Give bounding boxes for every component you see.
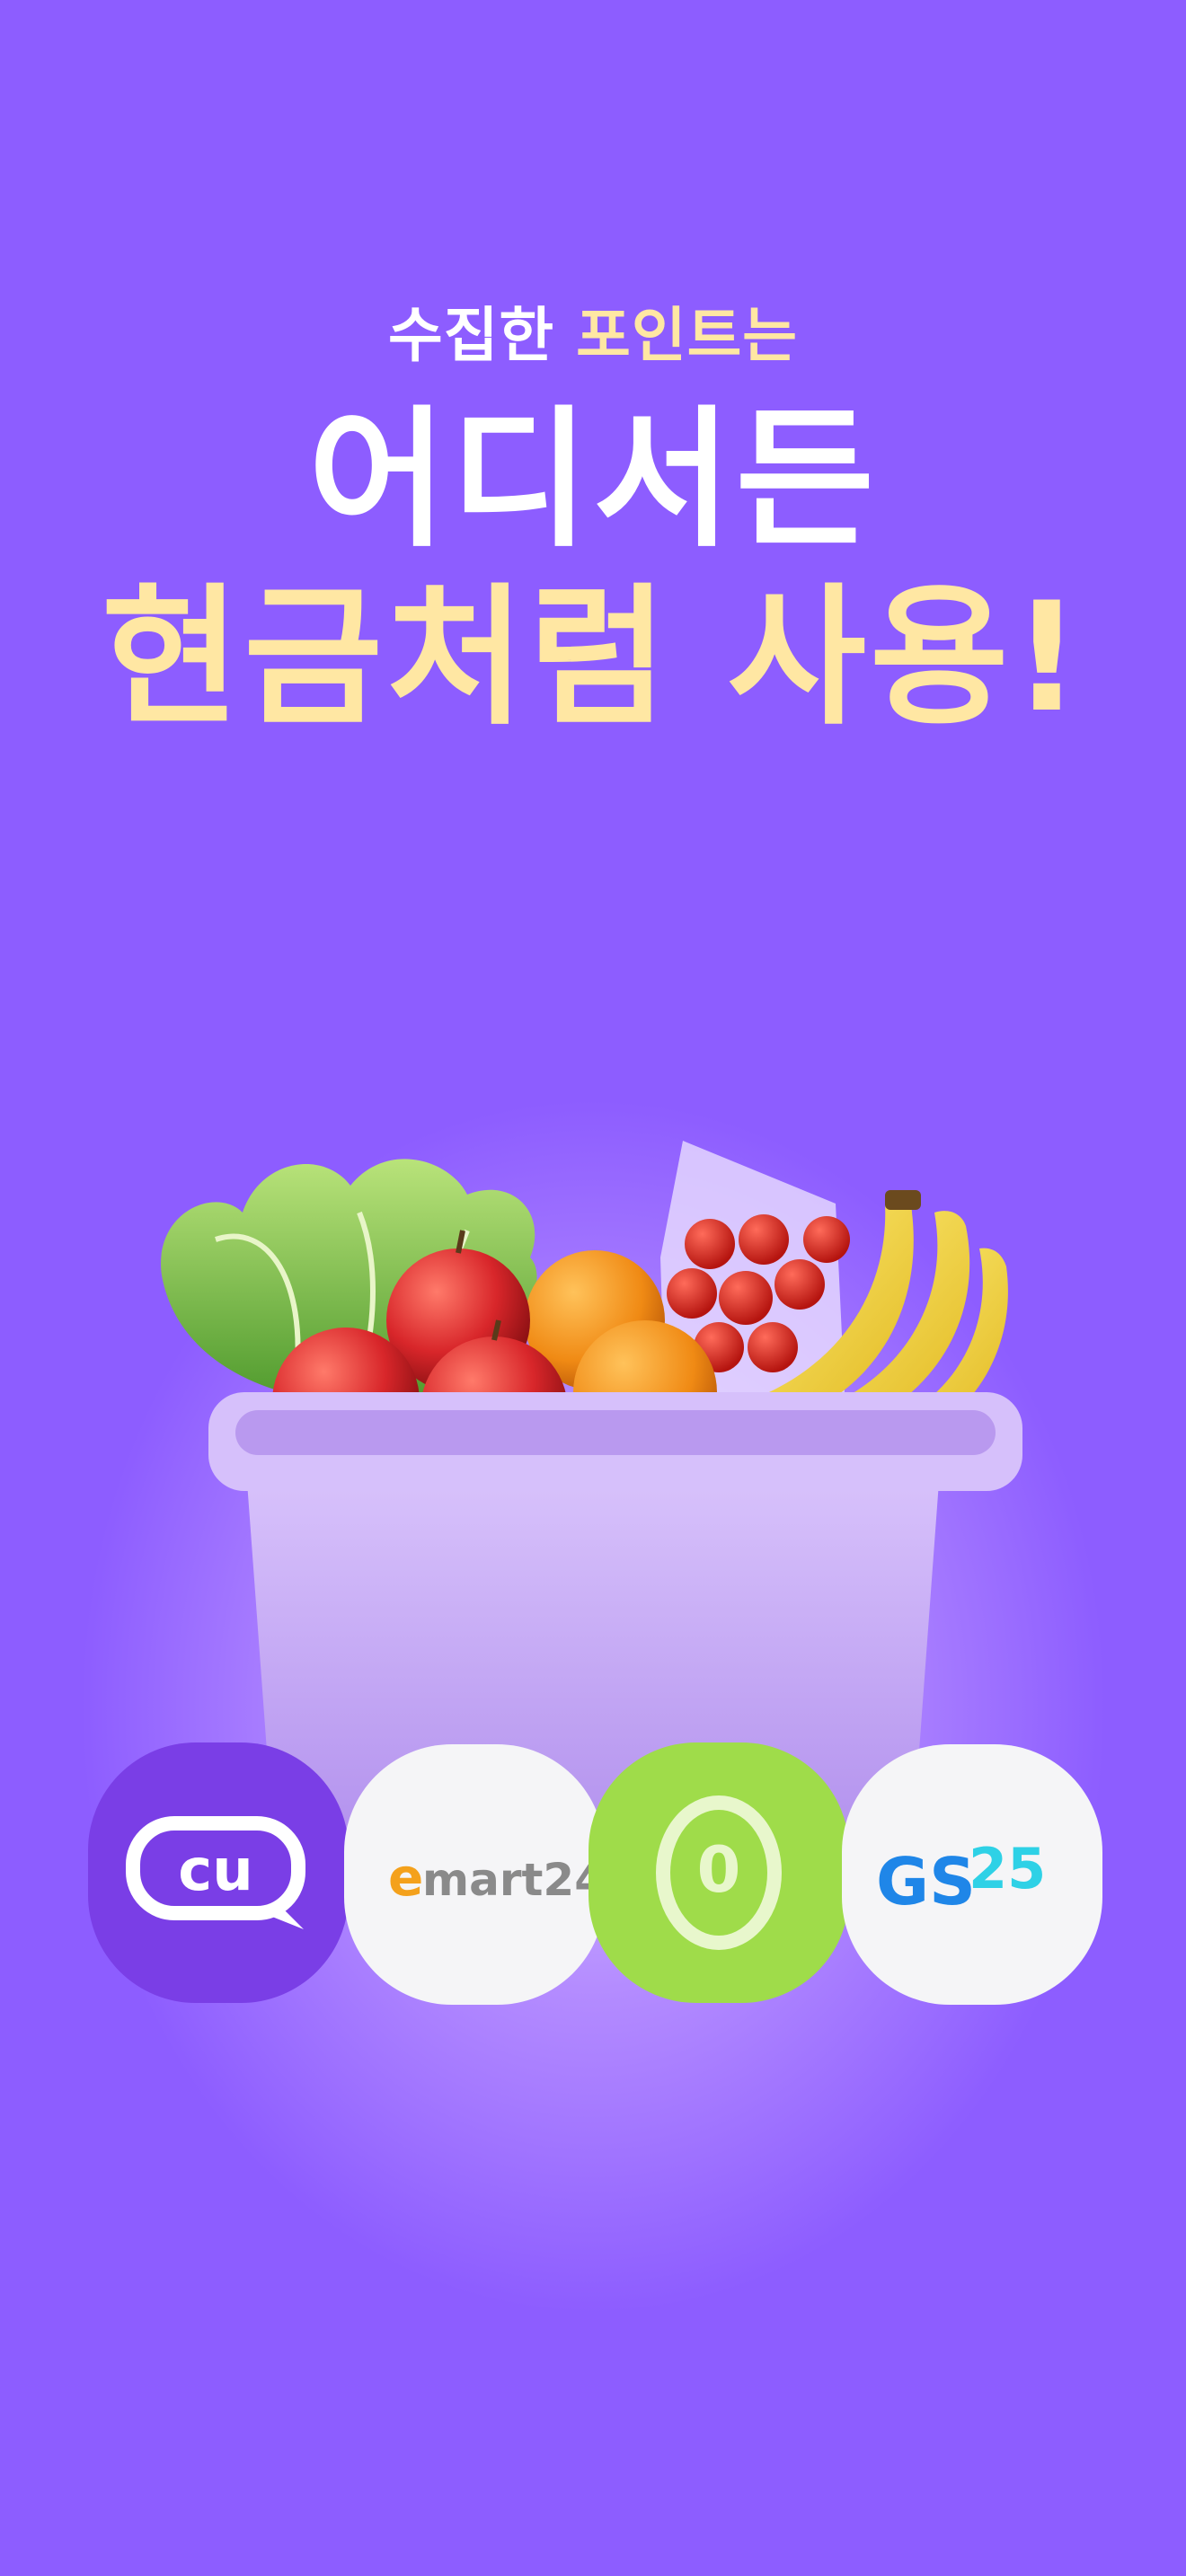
emart-logo-e: e — [388, 1847, 423, 1908]
cu-logo-text: cu — [178, 1838, 253, 1904]
olive-logo-text: 0 — [697, 1833, 741, 1907]
logo-emart24: e mart24 — [344, 1744, 606, 2005]
gs-logo-letters: GS — [876, 1844, 976, 1919]
subtitle: 수집한 포인트는 — [0, 287, 1186, 374]
logo-cu: cu — [88, 1742, 349, 2003]
subtitle-part1: 수집한 — [387, 301, 555, 370]
headline-line1: 어디서든 — [307, 392, 879, 568]
gs-logo-number: 25 — [969, 1836, 1046, 1901]
logo-gs25: GS 25 — [842, 1744, 1102, 2005]
grocery-basket-illustration: cu e mart24 0 GS 25 — [88, 1141, 1102, 2005]
headline-line2: 현금처럼 사용! — [101, 569, 1085, 745]
emart-logo-rest: mart24 — [422, 1854, 606, 1906]
subtitle-part2: 포인트는 — [576, 301, 799, 370]
logo-olive: 0 — [589, 1742, 849, 2003]
